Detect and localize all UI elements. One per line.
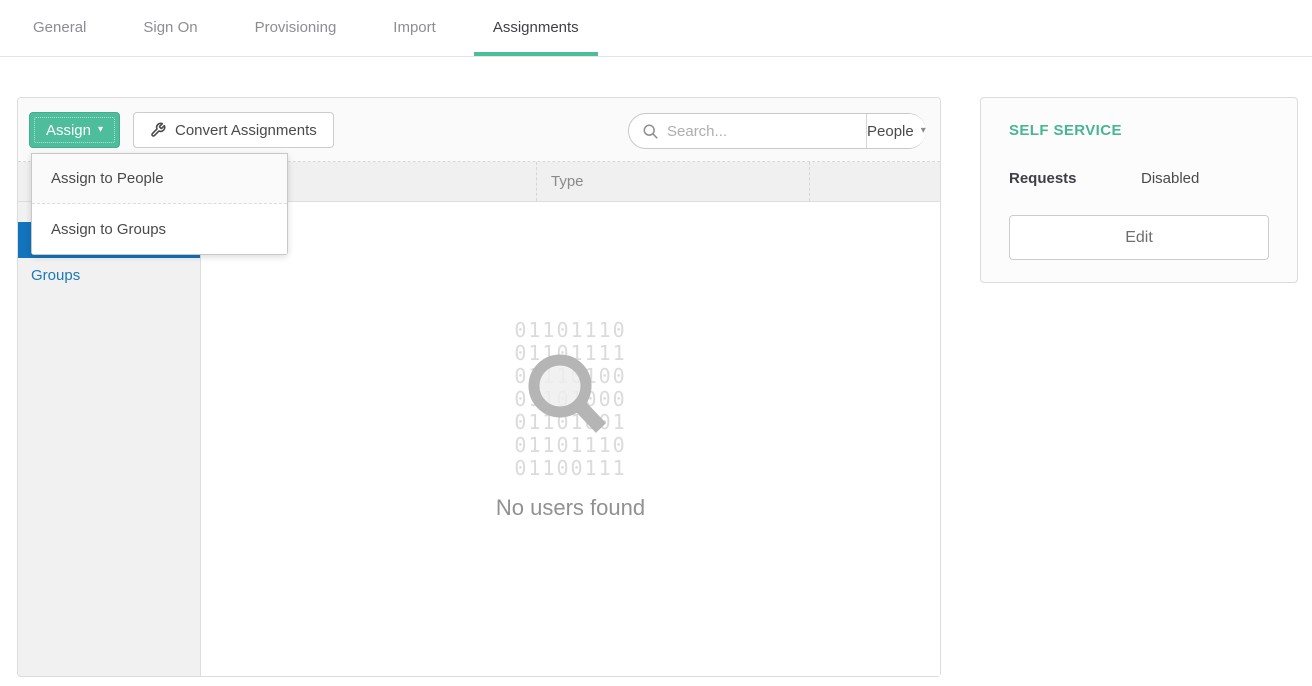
tab-sign-on[interactable]: Sign On — [124, 0, 216, 56]
assignments-toolbar: Assign ▾ Convert Assignments People ▾ — [18, 98, 940, 162]
requests-row: Requests Disabled — [1009, 170, 1269, 187]
empty-results-area: 01101110 01101111 01110100 01101000 0110… — [201, 202, 940, 676]
menu-item-assign-to-people[interactable]: Assign to People — [32, 154, 287, 204]
search-input[interactable] — [667, 123, 866, 140]
tab-import[interactable]: Import — [374, 0, 455, 56]
column-divider — [809, 162, 810, 201]
app-tab-bar: General Sign On Provisioning Import Assi… — [0, 0, 1312, 57]
assignments-panel: Assign ▾ Convert Assignments People ▾ — [17, 97, 941, 677]
assignment-filter-sidebar: People Groups — [18, 202, 201, 676]
convert-assignments-button[interactable]: Convert Assignments — [133, 112, 334, 148]
edit-button[interactable]: Edit — [1009, 215, 1269, 260]
tab-assignments[interactable]: Assignments — [474, 0, 598, 56]
sidebar-item-groups[interactable]: Groups — [18, 258, 200, 294]
search-pill: People ▾ — [628, 113, 926, 149]
assign-dropdown-menu: Assign to People Assign to Groups — [31, 153, 288, 255]
column-header-type: Type — [551, 162, 584, 202]
assign-button[interactable]: Assign ▾ — [29, 112, 120, 148]
menu-item-assign-to-groups[interactable]: Assign to Groups — [32, 204, 287, 254]
binary-line: 01101110 — [201, 319, 940, 342]
chevron-down-icon: ▾ — [921, 126, 926, 136]
requests-status-value: Disabled — [1141, 170, 1199, 187]
tab-provisioning[interactable]: Provisioning — [236, 0, 356, 56]
assign-button-label: Assign — [46, 122, 91, 139]
self-service-panel: SELF SERVICE Requests Disabled Edit — [980, 97, 1298, 283]
convert-assignments-label: Convert Assignments — [175, 122, 317, 139]
search-icon — [642, 123, 659, 140]
requests-label: Requests — [1009, 170, 1141, 187]
search-box — [629, 114, 867, 148]
search-scope-value: People — [867, 123, 914, 140]
tab-general[interactable]: General — [14, 0, 105, 56]
binary-line: 01100111 — [201, 457, 940, 480]
chevron-down-icon: ▾ — [98, 125, 103, 135]
empty-state-message: No users found — [201, 495, 940, 521]
self-service-title: SELF SERVICE — [1009, 122, 1269, 139]
column-divider — [536, 162, 537, 201]
search-scope-dropdown[interactable]: People ▾ — [867, 114, 926, 148]
wrench-icon — [150, 122, 166, 138]
magnifier-icon — [516, 344, 616, 444]
